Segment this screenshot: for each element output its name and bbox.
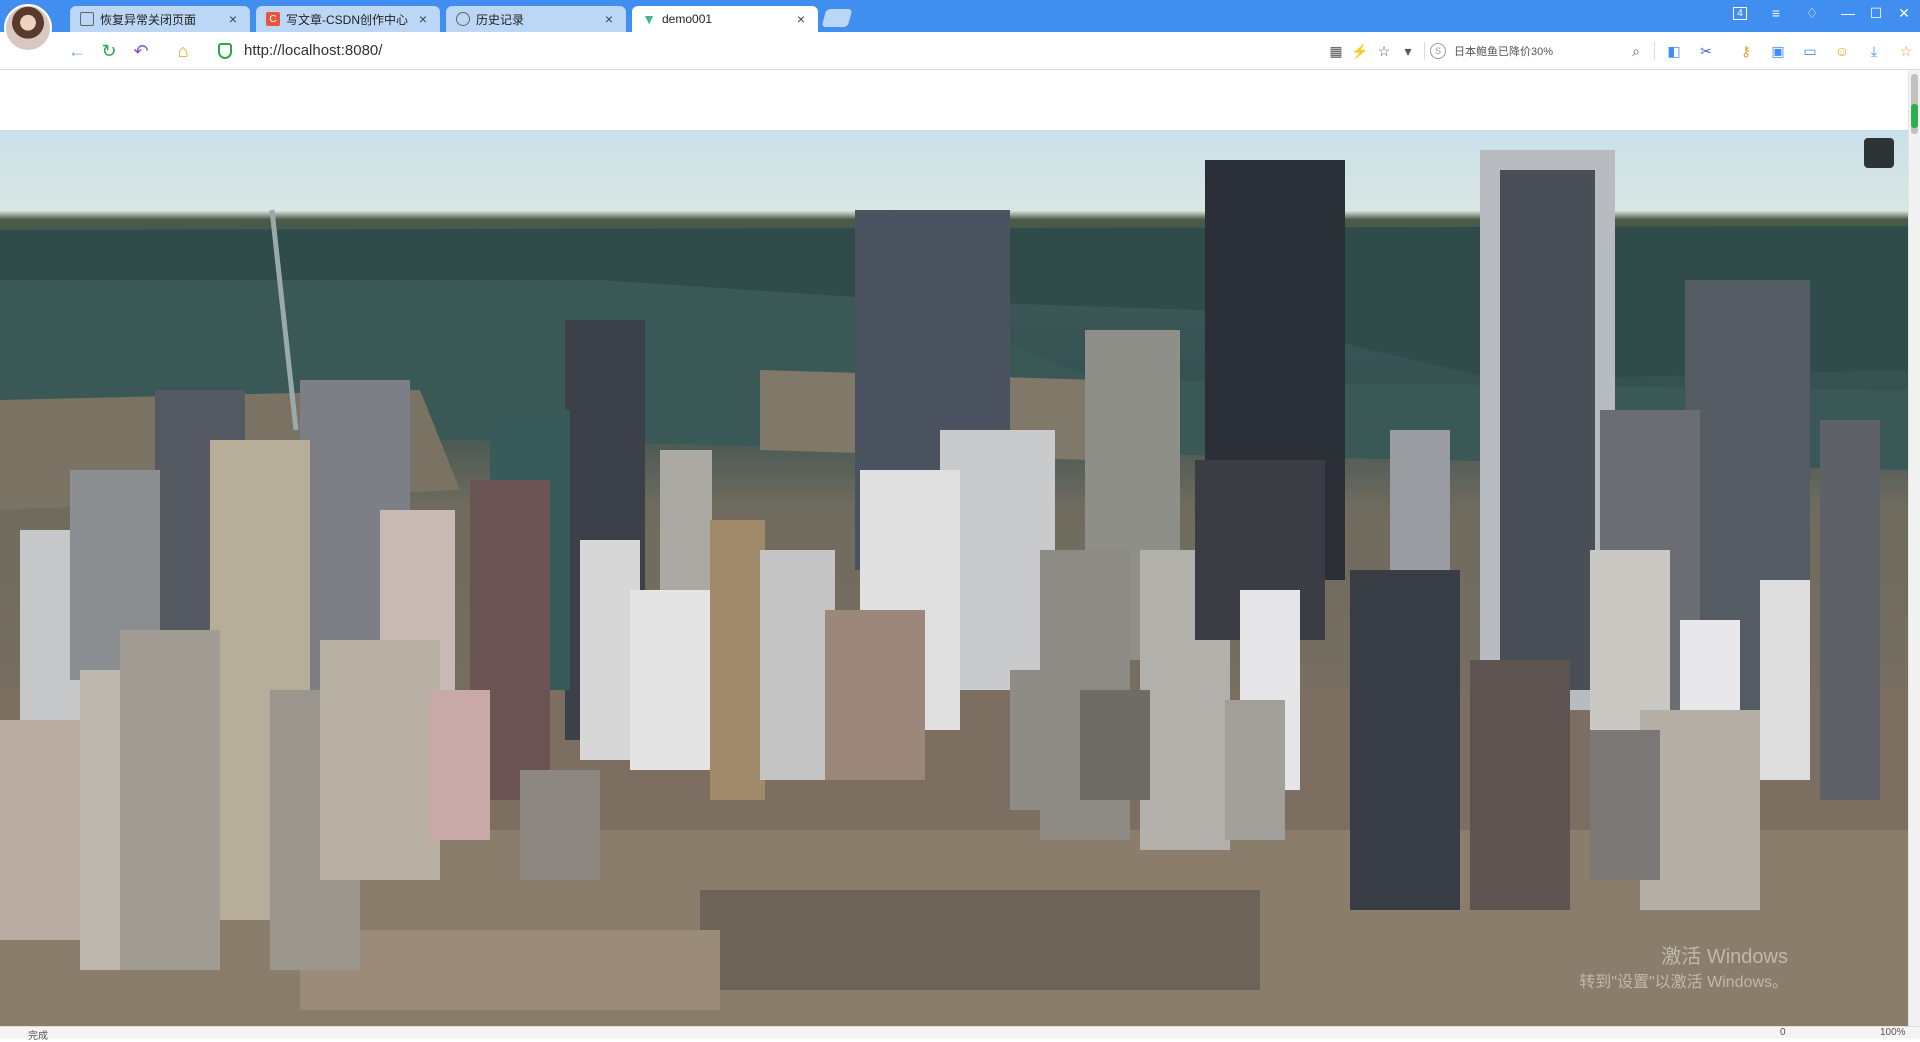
status-text: 完成 <box>28 1031 48 1042</box>
url-input[interactable]: http://localhost:8080/ <box>244 42 382 59</box>
translate-icon[interactable]: ▣ <box>1768 41 1788 61</box>
status-bar: 完成 0 100% <box>0 1026 1920 1042</box>
search-icon[interactable]: ⌕ <box>1626 41 1646 61</box>
qrcode-icon[interactable]: ▦ <box>1326 41 1346 61</box>
settings-button[interactable] <box>1864 138 1894 168</box>
tab-title: demo001 <box>662 12 713 26</box>
scissors-icon[interactable]: ✂ <box>1696 41 1716 61</box>
tab-csdn[interactable]: C 写文章-CSDN创作中心 × <box>256 6 440 32</box>
close-icon[interactable]: × <box>794 12 808 26</box>
tab-title: 写文章-CSDN创作中心 <box>286 12 408 27</box>
tab-strip: 恢复异常关闭页面 × C 写文章-CSDN创作中心 × 历史记录 × ▼ dem… <box>0 0 1920 52</box>
vertical-scrollbar[interactable] <box>1908 70 1920 1026</box>
city-buildings <box>0 150 1908 1026</box>
chevron-down-icon[interactable]: ▾ <box>1398 41 1418 61</box>
user-avatar[interactable] <box>4 4 52 52</box>
history-icon <box>456 12 470 26</box>
cesium-3d-city-scene[interactable]: 激活 Windows 转到"设置"以激活 Windows。 <box>0 130 1908 1026</box>
menu-icon[interactable]: ≡ <box>1758 0 1794 26</box>
star-icon[interactable]: ☆ <box>1374 41 1394 61</box>
extension-icon[interactable]: ◧ <box>1664 41 1684 61</box>
watermark-line2: 转到"设置"以激活 Windows。 <box>1579 974 1788 991</box>
search-engine-icon: S <box>1430 43 1446 59</box>
download-count[interactable]: 0 <box>1780 1027 1786 1038</box>
favorites-icon[interactable]: ☆ <box>1896 41 1916 61</box>
tab-history[interactable]: 历史记录 × <box>446 6 626 32</box>
search-box[interactable]: S 日本鲍鱼已降价30% <box>1430 38 1650 64</box>
secure-shield-icon <box>218 43 232 59</box>
tab-count-badge[interactable]: 4 <box>1722 0 1758 26</box>
undo-close-button[interactable]: ↶ <box>130 40 152 62</box>
lightning-icon[interactable]: ⚡ <box>1350 41 1370 61</box>
smile-icon[interactable]: ☺ <box>1832 41 1852 61</box>
download-icon[interactable]: ⤓ <box>1864 41 1884 61</box>
vue-icon: ▼ <box>642 11 656 27</box>
close-window-button[interactable]: ✕ <box>1886 0 1920 26</box>
tab-demo001[interactable]: ▼ demo001 × <box>632 6 818 32</box>
scroll-thumb[interactable] <box>1911 74 1918 134</box>
back-button[interactable]: ← <box>66 40 88 62</box>
new-tab-button[interactable] <box>821 9 853 27</box>
tab-restore[interactable]: 恢复异常关闭页面 × <box>70 6 250 32</box>
search-text: 日本鲍鱼已降价30% <box>1454 46 1554 58</box>
close-icon[interactable]: × <box>226 12 240 26</box>
skin-icon[interactable]: ♢ <box>1794 0 1830 26</box>
zoom-level[interactable]: 100% <box>1880 1027 1906 1038</box>
home-button[interactable]: ⌂ <box>172 40 194 62</box>
window-icon[interactable]: ▭ <box>1800 41 1820 61</box>
csdn-icon: C <box>266 12 280 26</box>
refresh-button[interactable]: ↻ <box>98 40 120 62</box>
address-toolbar: ← ↻ ↶ ⌂ http://localhost:8080/ ▦ ⚡ ☆ ▾ S… <box>0 32 1920 70</box>
close-icon[interactable]: × <box>602 12 616 26</box>
activation-watermark: 激活 Windows 转到"设置"以激活 Windows。 <box>1579 944 1788 996</box>
close-icon[interactable]: × <box>416 12 430 26</box>
key-icon[interactable]: ⚷ <box>1736 41 1756 61</box>
tab-title: 恢复异常关闭页面 <box>100 12 197 27</box>
watermark-line1: 激活 Windows <box>1661 946 1788 968</box>
page-viewport: 激活 Windows 转到"设置"以激活 Windows。 <box>0 70 1908 1026</box>
tab-title: 历史记录 <box>476 12 525 27</box>
page-icon <box>80 12 94 26</box>
